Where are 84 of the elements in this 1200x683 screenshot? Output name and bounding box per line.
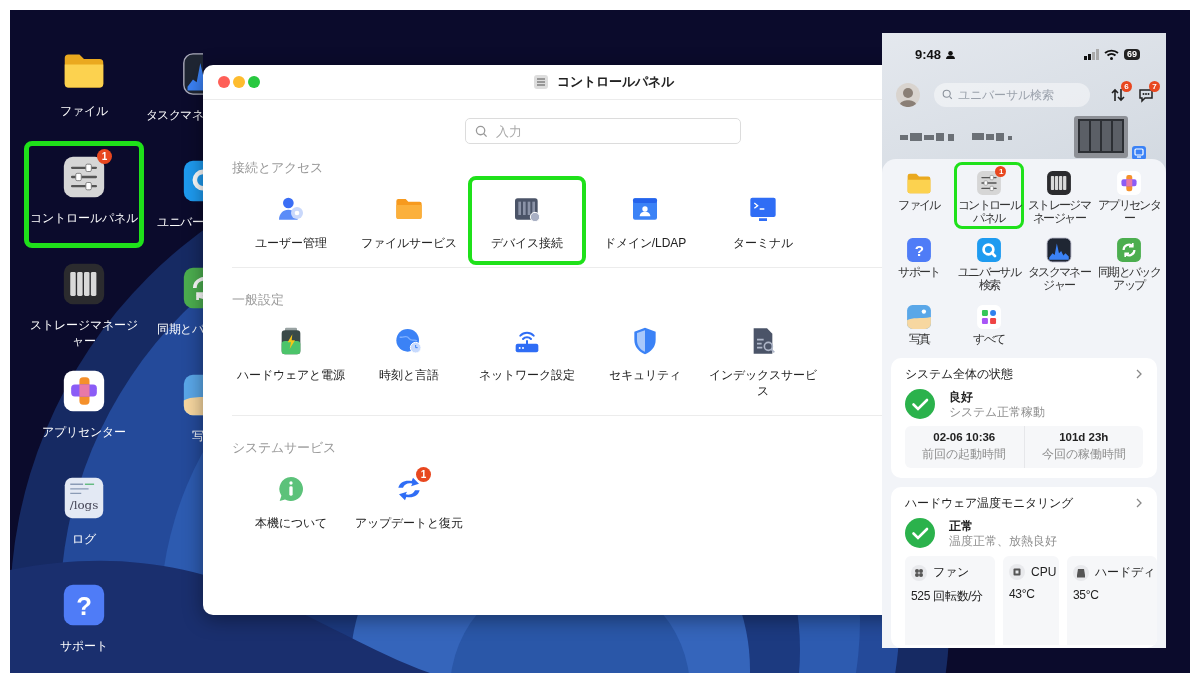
chevron-right-icon xyxy=(1135,369,1143,379)
settings-item[interactable]: ファイルサービス xyxy=(350,176,468,265)
notification-count: 6 xyxy=(1121,81,1132,92)
disk-icon xyxy=(1073,564,1089,581)
battery-indicator: 69 xyxy=(1124,48,1140,60)
sensor-name: ハードディ xyxy=(1095,564,1155,581)
status-detail: システム正常稼動 xyxy=(949,404,1045,419)
chart-icon xyxy=(182,52,203,96)
fan-icon xyxy=(911,564,927,581)
app-shortcut[interactable]: 写真 xyxy=(884,296,954,350)
settings-item[interactable]: ネットワーク設定 xyxy=(468,308,586,413)
settings-item[interactable]: ハードウェアと電源 xyxy=(232,308,350,413)
wifi-icon xyxy=(1104,48,1119,60)
search-icon xyxy=(942,89,953,100)
section-title: 接続とアクセス xyxy=(232,160,323,176)
app-shortcut[interactable]: タスクマネージャー xyxy=(1024,229,1094,296)
sensor-name: CPU xyxy=(1031,565,1057,579)
window-title: コントロールパネル xyxy=(556,73,674,91)
desktop-shortcut[interactable]: ファイル xyxy=(24,34,144,141)
settings-item[interactable]: 1 アップデートと復元 xyxy=(350,456,468,545)
clock: 9:48 xyxy=(915,46,942,62)
avatar-icon xyxy=(896,83,920,107)
chip-icon xyxy=(1009,564,1025,580)
person-icon xyxy=(946,49,956,59)
app-shortcut[interactable]: ? サポート xyxy=(884,229,954,296)
settings-item[interactable]: ドメイン/LDAP xyxy=(586,176,704,265)
sensor-reading: 43°C xyxy=(1009,587,1036,601)
zoom-button[interactable] xyxy=(248,76,260,88)
app-shortcut[interactable]: 同期とバックアップ xyxy=(1094,229,1164,296)
sensor-reading: 35°C xyxy=(1073,588,1100,602)
monitor-icon xyxy=(1132,146,1146,160)
stat-value: 101d 23h xyxy=(1059,431,1109,443)
notification-count: 7 xyxy=(1149,81,1160,92)
chat-icon xyxy=(1138,87,1154,103)
sliders-icon xyxy=(532,74,549,90)
app-shortcut[interactable]: ストレージマネージャー xyxy=(1024,162,1094,229)
app-shortcut[interactable]: 1 コントロールパネル xyxy=(954,162,1024,229)
app-shortcut[interactable]: アプリセンター xyxy=(1094,162,1164,229)
check-icon xyxy=(905,389,935,419)
help-icon: ? xyxy=(906,237,932,263)
search-field[interactable]: 入力 xyxy=(465,118,741,144)
stat-label: 前回の起動時間 xyxy=(922,446,1007,463)
card-title: ハードウェア温度モニタリング xyxy=(905,494,1073,512)
stat-value: 02-06 10:36 xyxy=(933,431,996,443)
nas-device-drawing xyxy=(1072,114,1130,160)
app-shortcut[interactable]: すべて xyxy=(954,296,1024,350)
chart-icon xyxy=(1046,237,1072,263)
settings-item[interactable]: デバイス接続 xyxy=(468,176,586,265)
sliders-icon xyxy=(976,170,1002,196)
stat-label: 今回の稼働時間 xyxy=(1041,446,1126,463)
section-title: システムサービス xyxy=(232,440,336,456)
close-button[interactable] xyxy=(218,76,230,88)
app-shortcut[interactable]: ファイル xyxy=(884,162,954,229)
grid-icon xyxy=(976,304,1002,330)
desktop-shortcut[interactable]: 1 コントロールパネル xyxy=(24,141,144,248)
plus-shape-icon xyxy=(1116,170,1142,196)
settings-item[interactable]: ターミナル xyxy=(704,176,822,265)
sensor-reading: 525 回転数/分 xyxy=(911,588,984,605)
notification-count: 1 xyxy=(995,166,1006,177)
desktop-shortcut[interactable]: ストレージマネージャー xyxy=(24,248,144,355)
status-text: 良好 xyxy=(949,389,974,405)
search-icon xyxy=(976,237,1002,263)
settings-item[interactable]: 本機について xyxy=(232,456,350,545)
settings-item[interactable]: インデックスサービス xyxy=(704,308,822,413)
chevron-right-icon xyxy=(1135,498,1143,508)
transfer-icon xyxy=(1110,87,1126,103)
sync-icon xyxy=(1116,237,1142,263)
settings-item[interactable]: 時刻と言語 xyxy=(350,308,468,413)
search-icon xyxy=(475,125,488,138)
status-text: 正常 xyxy=(949,518,974,534)
sensor-name: ファン xyxy=(933,564,969,581)
status-detail: 温度正常、放熱良好 xyxy=(949,533,1057,548)
drive-bay-icon xyxy=(1046,170,1072,196)
card-title: システム全体の状態 xyxy=(905,365,1013,383)
desktop-shortcut[interactable]: /logs ログ xyxy=(24,462,144,569)
notification-count: 1 xyxy=(416,467,431,482)
desktop-shortcut[interactable]: アプリセンター xyxy=(24,355,144,462)
signal-icon xyxy=(1084,48,1099,60)
settings-item[interactable]: ユーザー管理 xyxy=(232,176,350,265)
minimize-button[interactable] xyxy=(233,76,245,88)
settings-item[interactable]: セキュリティ xyxy=(586,308,704,413)
check-icon xyxy=(905,518,935,548)
landscape-icon xyxy=(906,304,932,330)
app-shortcut[interactable]: ユニバーサル検索 xyxy=(954,229,1024,296)
